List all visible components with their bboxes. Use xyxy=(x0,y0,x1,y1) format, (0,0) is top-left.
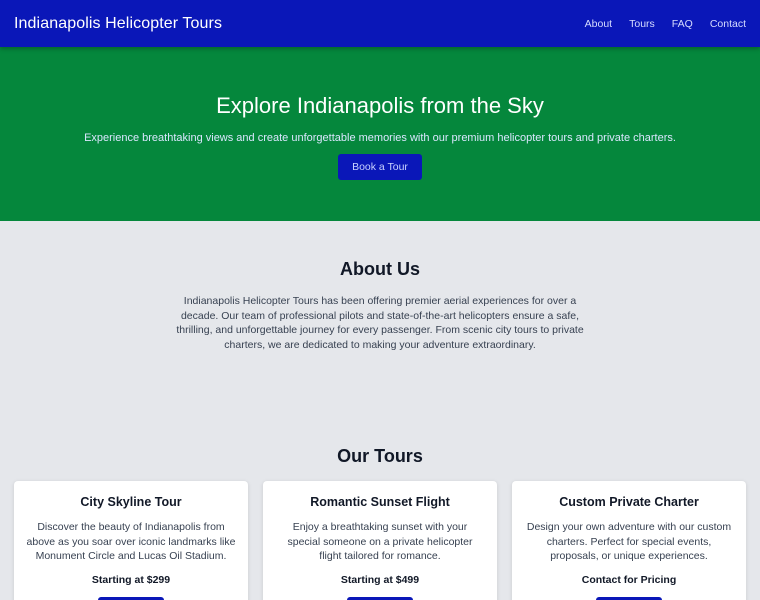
book-tour-button[interactable]: Book a Tour xyxy=(338,154,422,180)
tour-description: Discover the beauty of Indianapolis from… xyxy=(26,521,236,562)
tour-book-button[interactable] xyxy=(98,596,164,600)
tour-card-romantic-sunset: Romantic Sunset Flight Enjoy a breathtak… xyxy=(263,481,497,600)
tours-section: Our Tours City Skyline Tour Discover the… xyxy=(0,427,760,600)
nav-link-tours[interactable]: Tours xyxy=(629,18,655,30)
about-title: About Us xyxy=(340,259,420,279)
tour-title: Romantic Sunset Flight xyxy=(310,495,450,509)
tour-book-button[interactable] xyxy=(347,596,413,600)
about-text: Indianapolis Helicopter Tours has been o… xyxy=(176,295,584,351)
tour-description: Enjoy a breathtaking sunset with your sp… xyxy=(287,521,473,562)
nav-link-about[interactable]: About xyxy=(585,18,612,30)
nav-links: About Tours FAQ Contact xyxy=(585,18,746,30)
tour-card-custom-charter: Custom Private Charter Design your own a… xyxy=(512,481,746,600)
hero-section: Explore Indianapolis from the Sky Experi… xyxy=(0,47,760,221)
tour-card-city-skyline: City Skyline Tour Discover the beauty of… xyxy=(14,481,248,600)
tour-contact-button[interactable] xyxy=(596,596,662,600)
hero-title: Explore Indianapolis from the Sky xyxy=(216,93,544,118)
tour-title: Custom Private Charter xyxy=(559,495,699,509)
tour-price: Starting at $299 xyxy=(91,573,171,586)
tours-title: Our Tours xyxy=(337,446,423,466)
tour-grid: City Skyline Tour Discover the beauty of… xyxy=(0,481,760,600)
tour-price: Starting at $499 xyxy=(340,573,420,586)
navbar: Indianapolis Helicopter Tours About Tour… xyxy=(0,0,760,47)
tour-price: Contact for Pricing xyxy=(581,573,677,586)
nav-link-contact[interactable]: Contact xyxy=(710,18,746,30)
about-section: About Us Indianapolis Helicopter Tours h… xyxy=(0,221,760,427)
tour-title: City Skyline Tour xyxy=(80,495,182,509)
hero-subtitle: Experience breathtaking views and create… xyxy=(84,132,676,144)
nav-link-faq[interactable]: FAQ xyxy=(672,18,693,30)
brand-title[interactable]: Indianapolis Helicopter Tours xyxy=(14,15,222,33)
tour-description: Design your own adventure with our custo… xyxy=(526,521,732,562)
